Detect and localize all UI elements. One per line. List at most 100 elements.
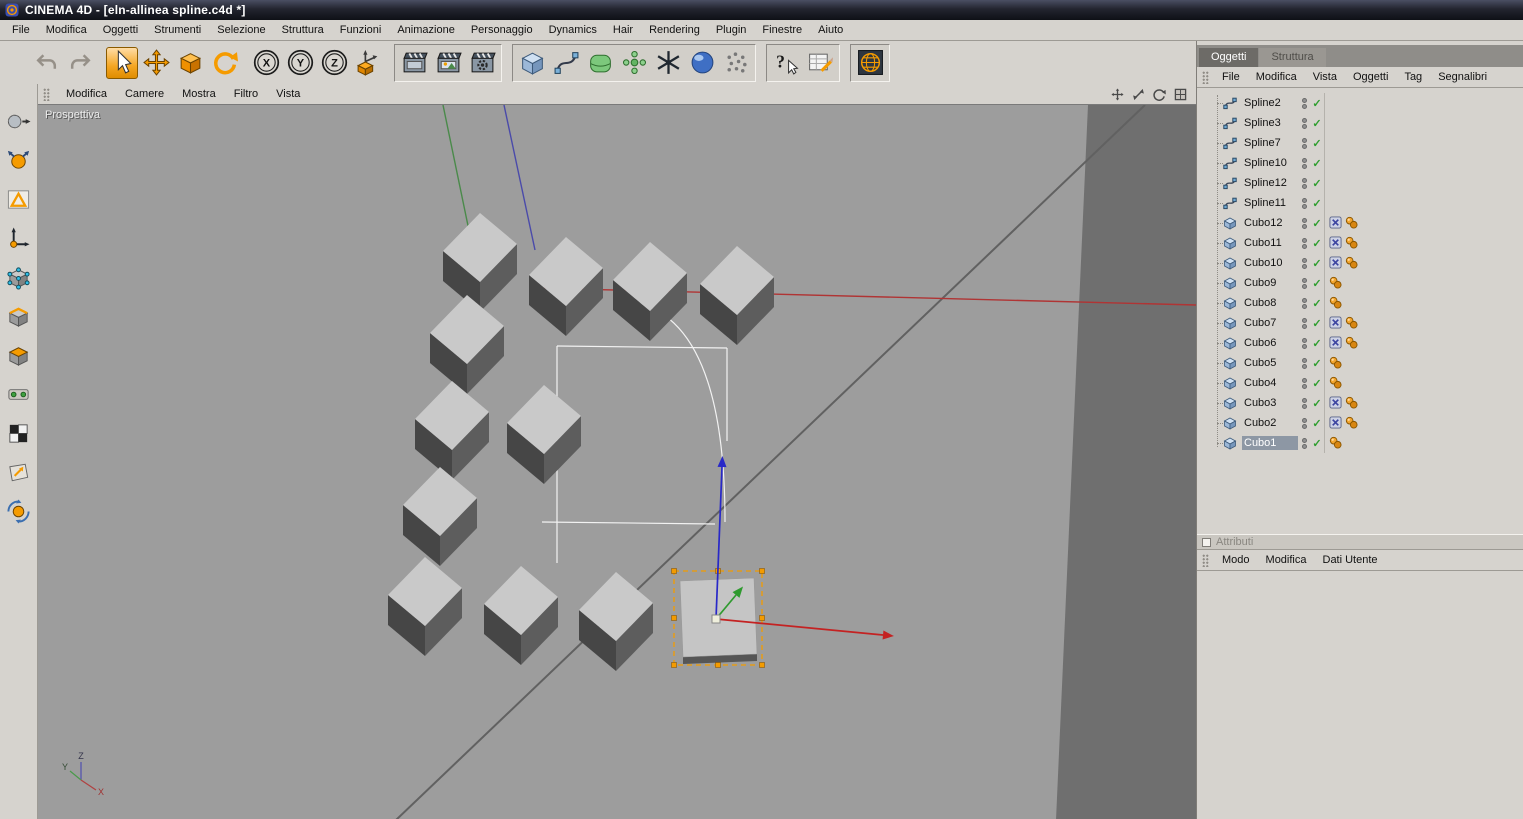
selection-handle[interactable] xyxy=(671,615,677,621)
enabled-check[interactable]: ✓ xyxy=(1310,337,1324,350)
visibility-dots[interactable] xyxy=(1298,97,1310,109)
align-to-spline-tag-icon[interactable] xyxy=(1345,316,1359,330)
object-row-cubo8[interactable]: Cubo8 ✓ xyxy=(1197,293,1523,313)
align-to-spline-tag-icon[interactable] xyxy=(1329,376,1343,390)
xpresso-tag-icon[interactable] xyxy=(1329,336,1343,350)
scale-tool-button[interactable] xyxy=(174,47,206,79)
viewport-panel-grip[interactable] xyxy=(43,87,50,101)
scene-cube[interactable] xyxy=(403,467,477,566)
object-row-spline2[interactable]: Spline2 ✓ xyxy=(1197,93,1523,113)
make-editable-button[interactable] xyxy=(4,106,34,136)
select-arrow-button[interactable] xyxy=(106,46,138,79)
xpresso-tag-icon[interactable] xyxy=(1329,216,1343,230)
scene-cube[interactable] xyxy=(388,557,462,656)
command-manager-button[interactable] xyxy=(804,47,836,79)
object-row-cubo1[interactable]: Cubo1 ✓ xyxy=(1197,433,1523,453)
add-particles-button[interactable] xyxy=(720,47,752,79)
align-to-spline-tag-icon[interactable] xyxy=(1345,256,1359,270)
scene-cube[interactable] xyxy=(415,381,489,480)
om-menu-vista[interactable]: Vista xyxy=(1305,69,1345,85)
scene-cube[interactable] xyxy=(700,246,774,345)
enabled-check[interactable]: ✓ xyxy=(1310,397,1324,410)
dolly-view-button[interactable] xyxy=(1130,86,1146,102)
add-cube-button[interactable] xyxy=(516,47,548,79)
enabled-check[interactable]: ✓ xyxy=(1310,317,1324,330)
z-axis-lock-button[interactable]: Z xyxy=(318,47,350,79)
viewport-menu-mostra[interactable]: Mostra xyxy=(173,86,225,102)
edges-mode-button[interactable] xyxy=(4,301,34,331)
gizmo-arrowhead[interactable] xyxy=(717,456,727,468)
visibility-dots[interactable] xyxy=(1298,157,1310,169)
add-array-button[interactable] xyxy=(618,47,650,79)
help-pointer-button[interactable]: ? xyxy=(770,47,802,79)
scene-cube[interactable] xyxy=(613,242,687,341)
object-row-cubo6[interactable]: Cubo6 ✓ xyxy=(1197,333,1523,353)
enabled-check[interactable]: ✓ xyxy=(1310,417,1324,430)
rotate-tool-button[interactable] xyxy=(208,47,240,79)
enabled-check[interactable]: ✓ xyxy=(1310,177,1324,190)
selection-handle[interactable] xyxy=(671,568,677,574)
viewport-menu-camere[interactable]: Camere xyxy=(116,86,173,102)
animation-mode-button[interactable] xyxy=(4,379,34,409)
enabled-check[interactable]: ✓ xyxy=(1310,97,1324,110)
visibility-dots[interactable] xyxy=(1298,317,1310,329)
tab-struttura[interactable]: Struttura xyxy=(1259,48,1326,67)
object-row-cubo4[interactable]: Cubo4 ✓ xyxy=(1197,373,1523,393)
add-spline-button[interactable] xyxy=(550,47,582,79)
enabled-check[interactable]: ✓ xyxy=(1310,117,1324,130)
visibility-dots[interactable] xyxy=(1298,417,1310,429)
scene-cube[interactable] xyxy=(430,295,504,394)
content-browser-button[interactable] xyxy=(854,47,886,79)
align-to-spline-tag-icon[interactable] xyxy=(1329,356,1343,370)
om-panel-grip[interactable] xyxy=(1202,70,1209,84)
enabled-check[interactable]: ✓ xyxy=(1310,257,1324,270)
am-menu-modifica[interactable]: Modifica xyxy=(1258,552,1315,568)
snap-mode-button[interactable] xyxy=(4,496,34,526)
visibility-dots[interactable] xyxy=(1298,177,1310,189)
enabled-check[interactable]: ✓ xyxy=(1310,157,1324,170)
object-row-cubo9[interactable]: Cubo9 ✓ xyxy=(1197,273,1523,293)
object-row-spline10[interactable]: Spline10 ✓ xyxy=(1197,153,1523,173)
om-menu-tag[interactable]: Tag xyxy=(1396,69,1430,85)
viewport-menu-modifica[interactable]: Modifica xyxy=(57,86,116,102)
texture-mode-button[interactable] xyxy=(4,184,34,214)
scene-cube[interactable] xyxy=(484,566,558,665)
visibility-dots[interactable] xyxy=(1298,397,1310,409)
menu-file[interactable]: File xyxy=(4,21,38,39)
visibility-dots[interactable] xyxy=(1298,437,1310,449)
menu-animazione[interactable]: Animazione xyxy=(389,21,462,39)
am-menu-modo[interactable]: Modo xyxy=(1214,552,1258,568)
visibility-dots[interactable] xyxy=(1298,357,1310,369)
xpresso-tag-icon[interactable] xyxy=(1329,416,1343,430)
om-menu-segnalibri[interactable]: Segnalibri xyxy=(1430,69,1495,85)
xpresso-tag-icon[interactable] xyxy=(1329,396,1343,410)
menu-aiuto[interactable]: Aiuto xyxy=(810,21,851,39)
undo-button[interactable] xyxy=(30,47,62,79)
visibility-dots[interactable] xyxy=(1298,217,1310,229)
selection-handle[interactable] xyxy=(671,662,677,668)
gizmo-arrowhead[interactable] xyxy=(882,630,894,640)
align-to-spline-tag-icon[interactable] xyxy=(1329,436,1343,450)
toggle-layout-button[interactable] xyxy=(1172,86,1188,102)
render-view-button[interactable] xyxy=(398,47,430,79)
rotate-view-button[interactable] xyxy=(1151,86,1167,102)
menu-rendering[interactable]: Rendering xyxy=(641,21,708,39)
tab-oggetti[interactable]: Oggetti xyxy=(1199,48,1259,67)
menu-finestre[interactable]: Finestre xyxy=(754,21,810,39)
viewport-canvas[interactable]: ZY X xyxy=(38,105,1196,819)
am-menu-dati-utente[interactable]: Dati Utente xyxy=(1315,552,1386,568)
om-menu-modifica[interactable]: Modifica xyxy=(1248,69,1305,85)
enabled-check[interactable]: ✓ xyxy=(1310,197,1324,210)
render-picture-viewer-button[interactable] xyxy=(432,47,464,79)
selection-handle[interactable] xyxy=(759,615,765,621)
align-to-spline-tag-icon[interactable] xyxy=(1345,396,1359,410)
enabled-check[interactable]: ✓ xyxy=(1310,357,1324,370)
scene-cube[interactable] xyxy=(529,237,603,336)
align-to-spline-tag-icon[interactable] xyxy=(1345,336,1359,350)
menu-strumenti[interactable]: Strumenti xyxy=(146,21,209,39)
enabled-check[interactable]: ✓ xyxy=(1310,137,1324,150)
selection-handle[interactable] xyxy=(759,662,765,668)
object-row-cubo3[interactable]: Cubo3 ✓ xyxy=(1197,393,1523,413)
selected-cube[interactable] xyxy=(671,456,894,668)
object-row-cubo12[interactable]: Cubo12 ✓ xyxy=(1197,213,1523,233)
